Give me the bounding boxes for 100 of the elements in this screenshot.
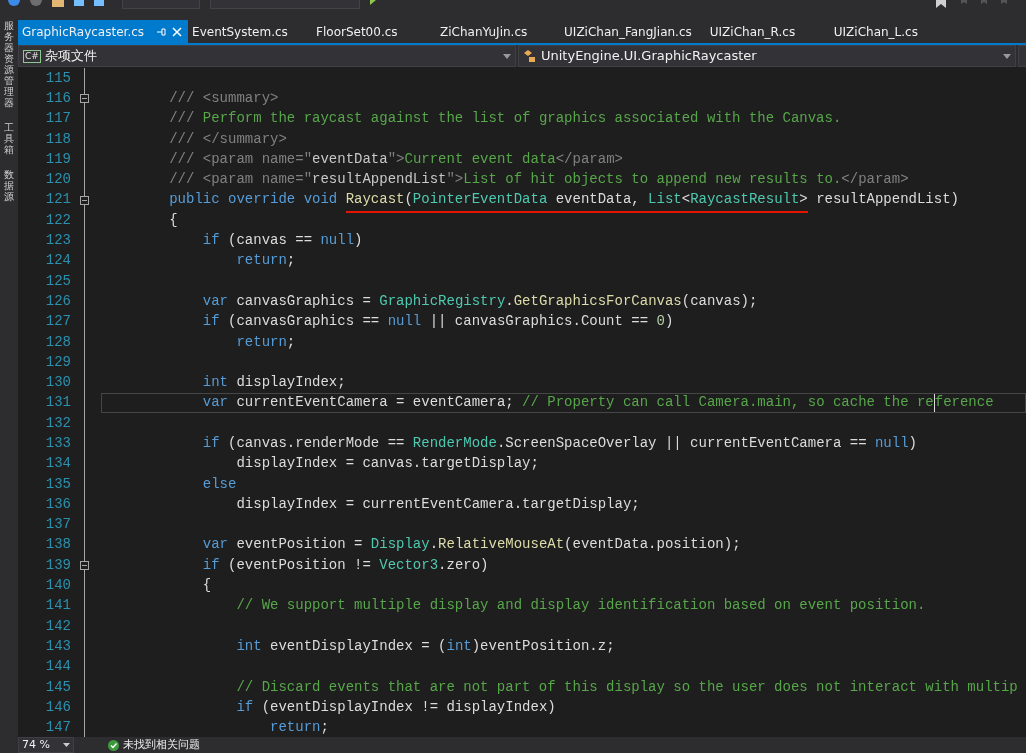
code-text: ) xyxy=(908,434,917,453)
class-icon[interactable] xyxy=(523,49,537,63)
line-number: 146 xyxy=(44,697,71,717)
code-text: . xyxy=(429,535,439,555)
code-text: ) xyxy=(664,312,674,332)
side-panel-tab[interactable]: 工具箱 xyxy=(4,122,14,155)
pin-icon[interactable] xyxy=(156,26,167,37)
line-number: 143 xyxy=(44,636,71,656)
line-number: 126 xyxy=(44,291,71,311)
side-panel-tab[interactable]: 数据源 xyxy=(4,169,14,202)
line-number: 144 xyxy=(44,657,71,677)
keyword: if xyxy=(201,555,220,575)
file-tab[interactable]: UIZiChan_R.cs xyxy=(705,20,830,43)
code-text: . xyxy=(505,291,514,311)
doc-comment: </param> xyxy=(555,149,623,169)
file-tab[interactable]: EventSystem.cs xyxy=(188,20,313,43)
line-number: 141 xyxy=(44,596,71,616)
collapse-icon[interactable] xyxy=(80,195,89,205)
code-text: (canvas == xyxy=(227,231,314,251)
keyword: if xyxy=(235,697,254,717)
code-text: (eventPosition != xyxy=(227,555,372,575)
line-number: 131 xyxy=(44,393,71,413)
keyword: else xyxy=(201,474,237,494)
line-number: 133 xyxy=(44,434,71,453)
code-text: eventPosition = xyxy=(235,535,364,555)
code-text: (canvasGraphics == xyxy=(227,312,381,332)
file-tab[interactable]: GraphicRaycaster.cs xyxy=(18,20,189,43)
code-text: < xyxy=(681,189,691,214)
keyword: return xyxy=(235,251,287,271)
line-number: 135 xyxy=(44,474,71,494)
file-tab[interactable]: ZiChanYuJin.cs xyxy=(436,20,561,43)
line-number: 145 xyxy=(44,677,71,697)
keyword: null xyxy=(874,434,909,453)
method-name: RelativeMouseAt xyxy=(438,535,565,555)
caret-icon[interactable] xyxy=(503,53,511,59)
code-text: (canvas.renderMode == xyxy=(227,434,406,453)
code-comment: // Property can call Camera.main, so cache the re xyxy=(522,393,934,413)
code-text: { xyxy=(201,576,212,596)
check-icon[interactable] xyxy=(108,739,119,751)
keyword: var xyxy=(201,291,229,311)
collapse-icon[interactable] xyxy=(80,94,89,104)
line-number: 115 xyxy=(44,68,71,88)
close-icon[interactable] xyxy=(172,26,183,37)
play-icon[interactable] xyxy=(370,0,378,6)
keyword: return xyxy=(235,332,287,352)
line-number: 117 xyxy=(44,109,71,129)
code-text: displayIndex = canvas.targetDisplay; xyxy=(235,454,539,474)
code-comment: List of hit objects to append new results to. xyxy=(463,170,842,190)
keyword: null xyxy=(320,231,355,251)
keyword: int xyxy=(235,636,262,656)
keyword: int xyxy=(201,373,229,393)
caret-icon[interactable] xyxy=(63,743,70,747)
line-number: 119 xyxy=(44,149,71,169)
type-name: UnityEngine.UI.GraphicRaycaster xyxy=(541,47,757,66)
line-number: 147 xyxy=(44,718,71,737)
collapse-icon[interactable] xyxy=(80,561,89,571)
line-number: 116 xyxy=(44,88,71,108)
side-panel-tab[interactable]: 服务器资源管理器 xyxy=(4,20,14,108)
code-text: (eventDisplayIndex != displayIndex) xyxy=(260,697,556,717)
code-text: .ScreenSpaceOverlay || currentEventCamera == xyxy=(496,434,868,453)
doc-comment: /// <param name=" xyxy=(168,170,313,190)
type-name: RaycastResult xyxy=(690,189,800,214)
csharp-icon: C# xyxy=(23,49,41,63)
doc-comment: eventData xyxy=(312,149,388,169)
code-text: eventDisplayIndex = ( xyxy=(269,636,447,656)
forward-icon[interactable] xyxy=(30,0,42,6)
keyword: return xyxy=(269,718,321,737)
doc-comment: </param> xyxy=(841,170,909,190)
code-comment: // We support multiple display and display identification based on event position. xyxy=(235,596,926,616)
code-text: (eventData.position); xyxy=(564,535,741,555)
keyword: if xyxy=(201,434,220,453)
doc-comment: "> xyxy=(446,170,464,190)
back-icon[interactable] xyxy=(8,0,20,6)
code-text: { xyxy=(168,210,178,230)
line-number: 138 xyxy=(44,535,71,555)
code-comment: Perform the raycast against the list of graphics associated with the Canvas. xyxy=(201,109,842,129)
method-name: Raycast xyxy=(345,189,405,214)
code-comment: Current event data xyxy=(404,149,556,169)
zoom-dropdown[interactable]: 74 % xyxy=(18,737,74,753)
code-text: (canvas); xyxy=(681,291,758,311)
code-text: ; xyxy=(286,251,296,271)
code-text: displayIndex; xyxy=(235,373,346,393)
file-tab[interactable]: UIZiChan_L.cs xyxy=(829,20,954,43)
project-dropdown[interactable]: C# 杂项文件 xyxy=(18,45,516,67)
line-number: 139 xyxy=(44,555,71,575)
code-text: eventData, xyxy=(547,189,649,214)
code-text: || canvasGraphics.Count == xyxy=(428,312,650,332)
type-dropdown[interactable]: UnityEngine.UI.GraphicRaycaster xyxy=(518,45,1016,67)
code-text: displayIndex = currentEventCamera.targetDisplay; xyxy=(235,494,640,514)
file-tab[interactable]: FloorSet00.cs xyxy=(312,20,437,43)
keyword: null xyxy=(387,312,422,332)
file-tab[interactable]: UIZiChan_FangJian.cs xyxy=(560,20,706,43)
code-comment: // Discard events that are not part of this display so the user does not interact with multip xyxy=(235,677,1018,697)
type-name: List xyxy=(648,189,682,214)
project-name: 杂项文件 xyxy=(44,47,97,66)
caret-icon[interactable] xyxy=(1003,53,1011,59)
line-number: 132 xyxy=(44,413,71,433)
method-name: GetGraphicsForCanvas xyxy=(513,291,682,311)
line-number: 123 xyxy=(44,231,71,251)
doc-comment: resultAppendList xyxy=(312,170,447,190)
